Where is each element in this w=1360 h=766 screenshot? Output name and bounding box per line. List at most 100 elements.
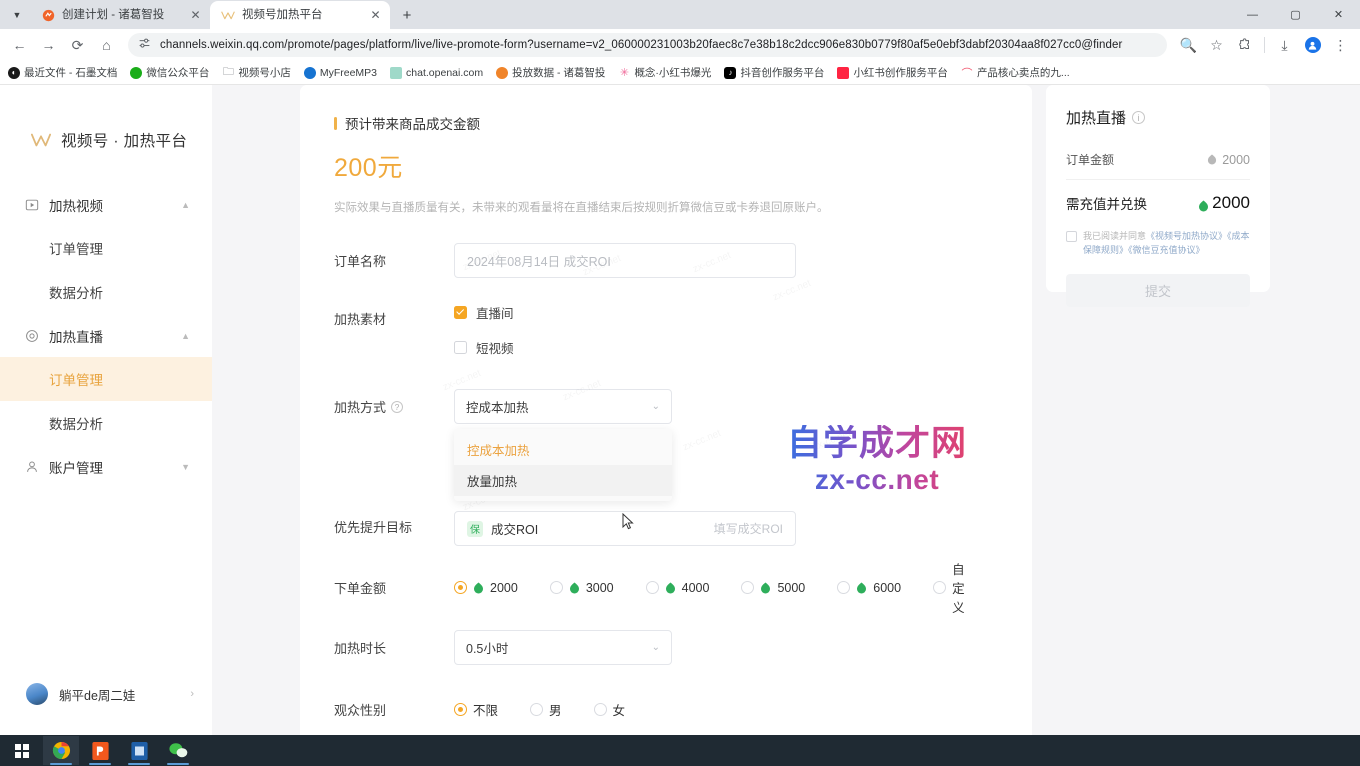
sidebar-group-account[interactable]: 账户管理 ▼ <box>0 445 212 488</box>
order-amount-option-5000[interactable]: 5000 <box>741 581 805 595</box>
sidebar-user-row[interactable]: 躺平de周二娃 › <box>0 671 212 717</box>
radio-unselected-icon[interactable] <box>646 581 659 594</box>
site-settings-icon[interactable] <box>138 37 151 53</box>
radio-selected-icon[interactable] <box>454 703 467 716</box>
order-amount-option-4000[interactable]: 4000 <box>646 581 710 595</box>
order-summary-title-text: 加热直播 <box>1066 107 1126 128</box>
browser-tab-1[interactable]: 创建计划 - 诸葛智投 ✕ <box>30 1 210 29</box>
agreement-link-heat[interactable]: 《视频号加热协议》 <box>1146 231 1227 241</box>
tab-search-chevron-icon[interactable]: ▼ <box>4 1 30 29</box>
bookmark-item[interactable]: 投放数据 - 诸葛智投 <box>496 65 605 80</box>
order-summary-title: 加热直播 i <box>1066 107 1250 128</box>
promote-form-inner: 预计带来商品成交金额 200元 实际效果与直播质量有关，未带来的观看量将在直播结… <box>300 113 1032 728</box>
order-amount-option-3000[interactable]: 3000 <box>550 581 614 595</box>
order-name-input[interactable]: 2024年08月14日 成交ROI <box>454 243 796 278</box>
start-button[interactable] <box>4 736 40 765</box>
sidebar-item-label: 数据分析 <box>49 413 103 433</box>
info-icon[interactable]: i <box>1132 111 1145 124</box>
checkbox-unchecked-icon[interactable] <box>454 341 467 354</box>
field-duration-label: 加热时长 <box>334 630 454 657</box>
sidebar-group-heat-live[interactable]: 加热直播 ▲ <box>0 314 212 357</box>
taskbar-chrome[interactable] <box>43 736 79 765</box>
home-icon[interactable]: ⌂ <box>93 32 120 59</box>
sidebar-item-video-analytics[interactable]: 数据分析 <box>0 270 212 314</box>
gender-option-female[interactable]: 女 <box>594 700 626 719</box>
taskbar-wechat[interactable] <box>160 736 196 765</box>
sidebar-group-heat-video[interactable]: 加热视频 ▲ <box>0 183 212 226</box>
agreement-row[interactable]: 我已阅读并同意《视频号加热协议》《成本保障规则》《微信豆充值协议》 <box>1066 230 1250 258</box>
bookmark-star-icon[interactable]: ☆ <box>1203 32 1230 59</box>
address-bar[interactable]: channels.weixin.qq.com/promote/pages/pla… <box>128 33 1167 57</box>
bookmark-item[interactable]: ♪抖音创作服务平台 <box>724 65 824 80</box>
material-option-live-label: 直播间 <box>476 303 514 322</box>
heat-mode-option-cost-control[interactable]: 控成本加热 <box>454 434 672 465</box>
radio-unselected-icon[interactable] <box>741 581 754 594</box>
zoom-search-icon[interactable]: 🔍 <box>1175 32 1202 59</box>
bookmark-item[interactable]: ◐最近文件 - 石墨文档 <box>8 65 117 80</box>
active-indicator <box>89 763 111 765</box>
close-window-button[interactable]: ✕ <box>1317 0 1360 29</box>
bookmark-label: 产品核心卖点的九... <box>977 65 1070 80</box>
bookmark-item[interactable]: 小红书创作服务平台 <box>837 65 948 80</box>
radio-unselected-icon[interactable] <box>594 703 607 716</box>
priority-goal-placeholder: 填写成交ROI <box>714 520 783 537</box>
gender-option-male[interactable]: 男 <box>530 700 562 719</box>
radio-unselected-icon[interactable] <box>933 581 946 594</box>
maximize-button[interactable]: ▢ <box>1274 0 1317 29</box>
sidebar-item-live-analytics[interactable]: 数据分析 <box>0 401 212 445</box>
bookmark-item[interactable]: 微信公众平台 <box>130 65 209 80</box>
minimize-button[interactable]: — <box>1231 0 1274 29</box>
bookmark-item[interactable]: ✳概念·小红书爆光 <box>618 65 711 80</box>
agreement-checkbox[interactable] <box>1066 231 1077 242</box>
option-label: 2000 <box>490 581 518 595</box>
browser-tab-1-close-icon[interactable]: ✕ <box>188 8 203 23</box>
browser-tab-2[interactable]: 视频号加热平台 ✕ <box>210 1 390 29</box>
order-amount-option-2000[interactable]: 2000 <box>454 581 518 595</box>
chrome-menu-icon[interactable]: ⋮ <box>1327 32 1354 59</box>
recharge-row-value: 2000 <box>1212 193 1250 213</box>
order-amount-option-6000[interactable]: 6000 <box>837 581 901 595</box>
gender-radio-group: 不限 男 女 <box>454 692 998 727</box>
new-tab-button[interactable]: + <box>394 2 420 28</box>
downloads-icon[interactable]: ⤓ <box>1271 32 1298 59</box>
browser-tab-2-close-icon[interactable]: ✕ <box>368 8 383 23</box>
bookmark-item[interactable]: 🗀视频号小店 <box>222 65 291 80</box>
checkbox-checked-icon[interactable] <box>454 306 467 319</box>
sidebar-item-video-orders[interactable]: 订单管理 <box>0 226 212 270</box>
bookmark-label: 视频号小店 <box>238 65 291 80</box>
radio-selected-icon[interactable] <box>454 581 467 594</box>
sidebar-item-live-orders[interactable]: 订单管理 <box>0 357 212 401</box>
extensions-puzzle-icon[interactable] <box>1231 32 1258 59</box>
guarantee-badge: 保 <box>467 521 483 537</box>
bookmark-item[interactable]: ⌒产品核心卖点的九... <box>961 65 1070 80</box>
radio-unselected-icon[interactable] <box>530 703 543 716</box>
duration-select[interactable]: 0.5小时 ⌄ <box>454 630 672 665</box>
agreement-link-recharge[interactable]: 《微信豆充值协议》 <box>1128 245 1205 255</box>
user-icon <box>24 459 39 474</box>
reload-icon[interactable]: ⟳ <box>64 32 91 59</box>
gender-option-any[interactable]: 不限 <box>454 700 498 719</box>
heat-mode-select[interactable]: 控成本加热 ⌄ <box>454 389 672 424</box>
bookmark-item[interactable]: MyFreeMP3 <box>304 67 377 79</box>
toolbar-right-actions: 🔍 ☆ ⤓ ⋮ <box>1175 32 1354 59</box>
material-option-live[interactable]: 直播间 <box>454 301 998 323</box>
material-option-shortvideo[interactable]: 短视频 <box>454 336 998 358</box>
bean-icon <box>856 582 867 594</box>
profile-avatar-button[interactable] <box>1299 32 1326 59</box>
bookmark-label: chat.openai.com <box>406 67 483 79</box>
radio-unselected-icon[interactable] <box>837 581 850 594</box>
help-question-icon[interactable]: ? <box>391 401 403 413</box>
bean-icon <box>665 582 676 594</box>
order-amount-option-custom[interactable]: 自定义 <box>933 559 966 616</box>
submit-button[interactable]: 提交 <box>1066 274 1250 307</box>
heat-mode-option-volume[interactable]: 放量加热 <box>454 465 672 496</box>
taskbar-pdf-app[interactable] <box>82 736 118 765</box>
taskbar-blue-app[interactable] <box>121 736 157 765</box>
back-icon[interactable]: ← <box>6 32 33 59</box>
bean-icon <box>1198 197 1209 209</box>
order-amount-row-value-wrap: 2000 <box>1207 153 1250 167</box>
radio-unselected-icon[interactable] <box>550 581 563 594</box>
bookmark-item[interactable]: chat.openai.com <box>390 67 483 79</box>
sparkle-icon: ✳ <box>618 67 630 79</box>
forward-icon[interactable]: → <box>35 32 62 59</box>
